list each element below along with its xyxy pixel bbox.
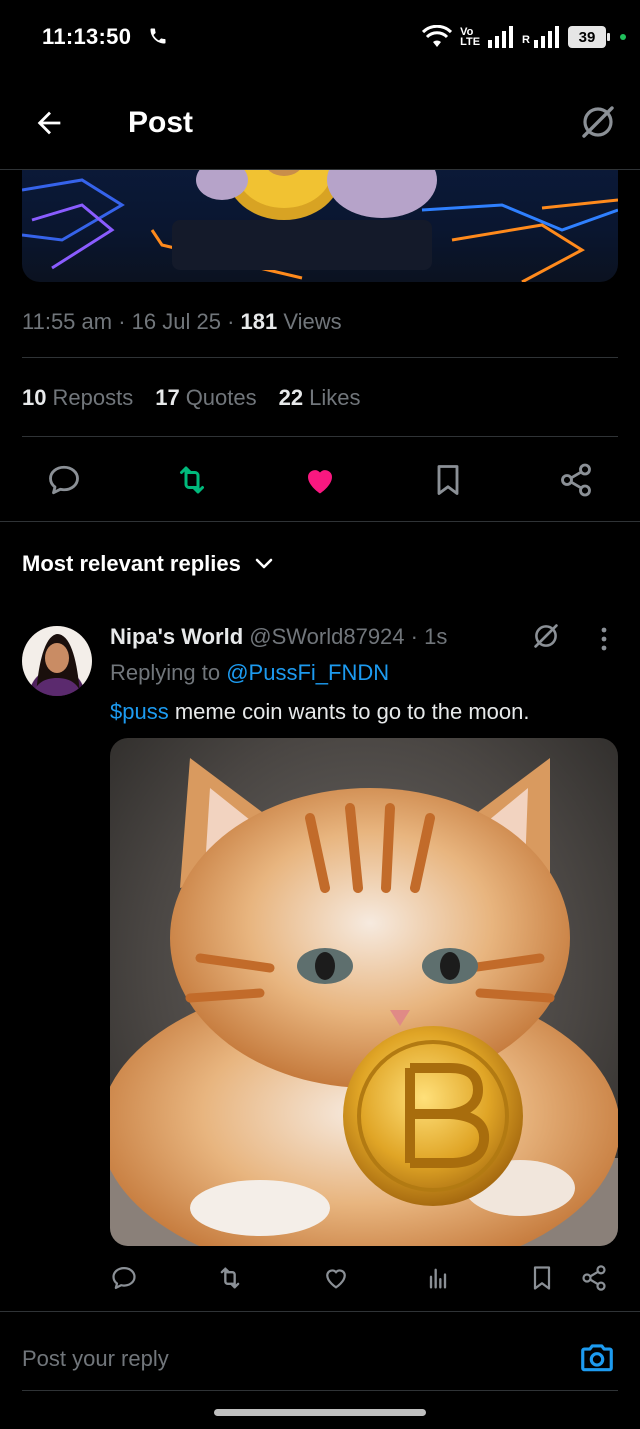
bookmark-icon[interactable] [528, 1264, 556, 1292]
repost-icon[interactable] [174, 462, 210, 498]
reply-body: meme coin wants to go to the moon. [174, 699, 530, 724]
likes-stat[interactable]: 22 Likes [279, 385, 361, 411]
reply-icon[interactable] [110, 1264, 138, 1292]
kitten-coin-image [110, 758, 618, 1246]
avatar[interactable] [22, 626, 92, 696]
post-date: 16 Jul 25 [131, 309, 221, 334]
replying-to: Replying to @PussFi_FNDN [110, 660, 390, 685]
reply-author-handle[interactable]: @SWorld87924 [249, 624, 404, 649]
composer-underline [22, 1390, 618, 1391]
reply-composer-input[interactable]: Post your reply [22, 1346, 169, 1372]
system-icons: Vo LTE R 39 [422, 22, 626, 52]
reply-icon[interactable] [46, 462, 82, 498]
avatar-image [32, 634, 82, 696]
divider [22, 436, 618, 437]
phone-icon [150, 28, 166, 44]
reposts-stat[interactable]: 10 Reposts [22, 385, 133, 411]
status-time: 11:13:50 [42, 24, 132, 49]
reply-text: $puss meme coin wants to go to the moon. [110, 699, 529, 725]
reply-author-name[interactable]: Nipa's World [110, 624, 243, 649]
back-arrow-icon[interactable] [32, 106, 66, 140]
wifi-icon [422, 25, 453, 47]
section-divider [0, 521, 640, 522]
volte-indicator: Vo LTE [460, 26, 481, 48]
bookmark-icon[interactable] [430, 462, 466, 498]
post-time: 11:55 am [22, 309, 113, 334]
reply-header: Nipa's World @SWorld87924 · 1s [110, 624, 448, 649]
status-bar: 11:13:50 Vo LTE R 39 [0, 0, 640, 72]
camera-icon[interactable] [578, 1338, 616, 1376]
signal-icon [534, 26, 559, 48]
cashtag-link[interactable]: $puss [110, 699, 169, 724]
post-meta: 11:55 am · 16 Jul 25 · 181 Views [22, 309, 342, 334]
analytics-icon[interactable] [424, 1264, 452, 1292]
reply-age: 1s [424, 624, 448, 649]
page-title: Post [128, 106, 194, 139]
signal-icon [488, 26, 514, 48]
reply-action-bar [110, 1262, 618, 1296]
share-icon[interactable] [558, 462, 594, 498]
roaming-label: R [522, 34, 530, 46]
replying-to-link[interactable]: @PussFi_FNDN [226, 660, 389, 685]
top-app-bar: Post [0, 72, 640, 170]
composer-divider [0, 1311, 640, 1312]
more-icon[interactable] [596, 624, 612, 654]
grok-icon[interactable] [578, 102, 618, 142]
replies-sort-dropdown[interactable]: Most relevant replies [22, 551, 273, 577]
quotes-stat[interactable]: 17 Quotes [155, 385, 256, 411]
repost-icon[interactable] [216, 1264, 244, 1292]
grok-icon[interactable] [530, 620, 562, 652]
sort-label: Most relevant replies [22, 551, 241, 576]
views-count: 181 [240, 309, 278, 334]
heart-icon[interactable] [302, 462, 338, 498]
reply-image[interactable] [110, 738, 618, 1246]
home-indicator[interactable] [214, 1409, 426, 1416]
share-icon[interactable] [580, 1264, 608, 1292]
battery-icon: 39 [568, 26, 610, 48]
post-stats: 10 Reposts 17 Quotes 22 Likes [22, 385, 360, 411]
divider [22, 357, 618, 358]
post-action-bar [0, 460, 640, 502]
chevron-down-icon [255, 558, 273, 569]
heart-icon[interactable] [322, 1264, 350, 1292]
privacy-dot [620, 34, 626, 40]
views-label: Views [283, 309, 342, 334]
